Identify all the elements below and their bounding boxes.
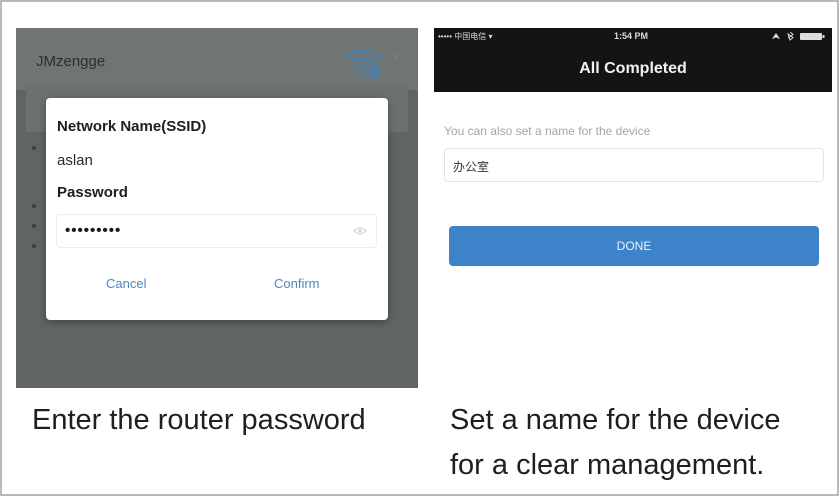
list-bullet: [32, 244, 36, 248]
caption-left: Enter the router password: [32, 404, 366, 436]
navigation-bar: ••••• 中国电信 ▾ 1:54 PM All Completed: [434, 28, 832, 92]
wifi-lock-icon: [344, 49, 382, 78]
wifi-network-name: JMzengge: [36, 53, 106, 70]
confirm-button[interactable]: Confirm: [274, 276, 320, 291]
wifi-network-row[interactable]: JMzengge ›: [16, 28, 418, 90]
location-icon: [772, 33, 780, 39]
device-name-value: 办公室: [453, 160, 490, 174]
status-icons: [772, 31, 825, 41]
caption-right-line2: for a clear management.: [450, 449, 765, 481]
ssid-label: Network Name(SSID): [57, 118, 207, 135]
battery-icon: [800, 33, 822, 40]
screen-title: All Completed: [579, 60, 687, 77]
device-name-hint: You can also set a name for the device: [444, 124, 651, 138]
list-bullet: [32, 224, 36, 228]
figure-frame: JMzengge › Network Name(SSID) aslan Pass…: [0, 0, 839, 496]
password-value: •••••••••: [65, 222, 122, 239]
list-bullet: [32, 146, 36, 150]
ssid-value: aslan: [57, 152, 93, 169]
wifi-password-dialog: Network Name(SSID) aslan Password ••••••…: [46, 98, 388, 320]
caption-right-line1: Set a name for the device: [450, 404, 781, 436]
bluetooth-icon: [787, 31, 794, 41]
cancel-button[interactable]: Cancel: [106, 276, 146, 291]
device-name-screen: ••••• 中国电信 ▾ 1:54 PM All Completed You c…: [434, 28, 832, 368]
done-button[interactable]: DONE: [449, 226, 819, 266]
status-time: 1:54 PM: [614, 31, 649, 41]
list-bullet: [32, 204, 36, 208]
status-carrier: ••••• 中国电信 ▾: [438, 32, 493, 41]
eye-icon[interactable]: [353, 226, 367, 236]
password-field[interactable]: •••••••••: [56, 214, 377, 248]
chevron-right-icon: ›: [392, 46, 398, 66]
password-label: Password: [57, 184, 128, 201]
device-name-field[interactable]: 办公室: [444, 148, 824, 182]
router-password-screen: JMzengge › Network Name(SSID) aslan Pass…: [16, 28, 418, 388]
